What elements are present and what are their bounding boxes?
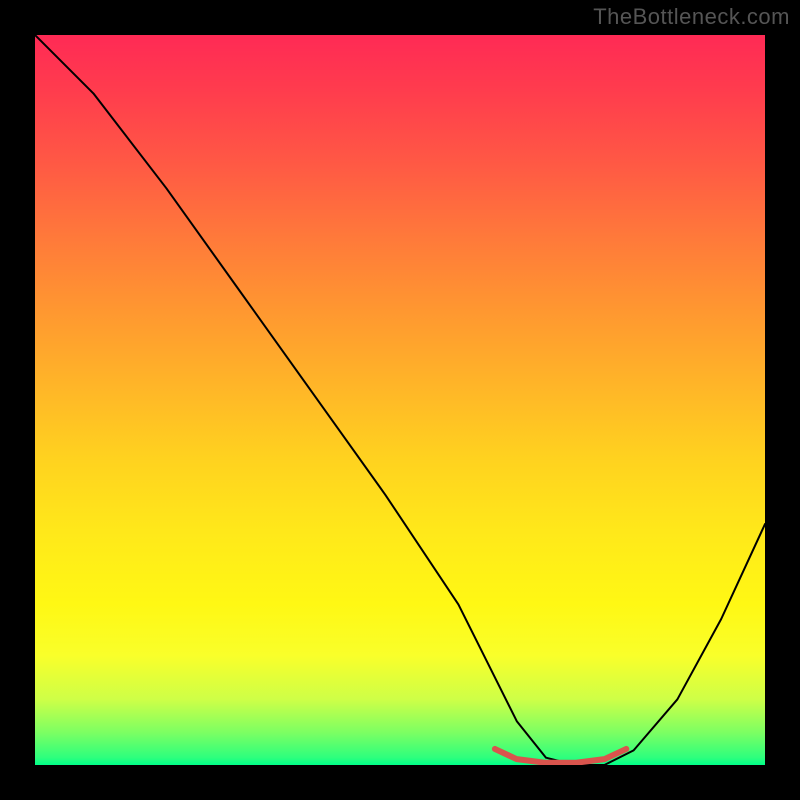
watermark-label: TheBottleneck.com (593, 4, 790, 30)
chart-container: TheBottleneck.com (0, 0, 800, 800)
optimal-range-marker (495, 749, 626, 763)
bottleneck-curve (35, 35, 765, 765)
plot-area (35, 35, 765, 765)
chart-svg (35, 35, 765, 765)
